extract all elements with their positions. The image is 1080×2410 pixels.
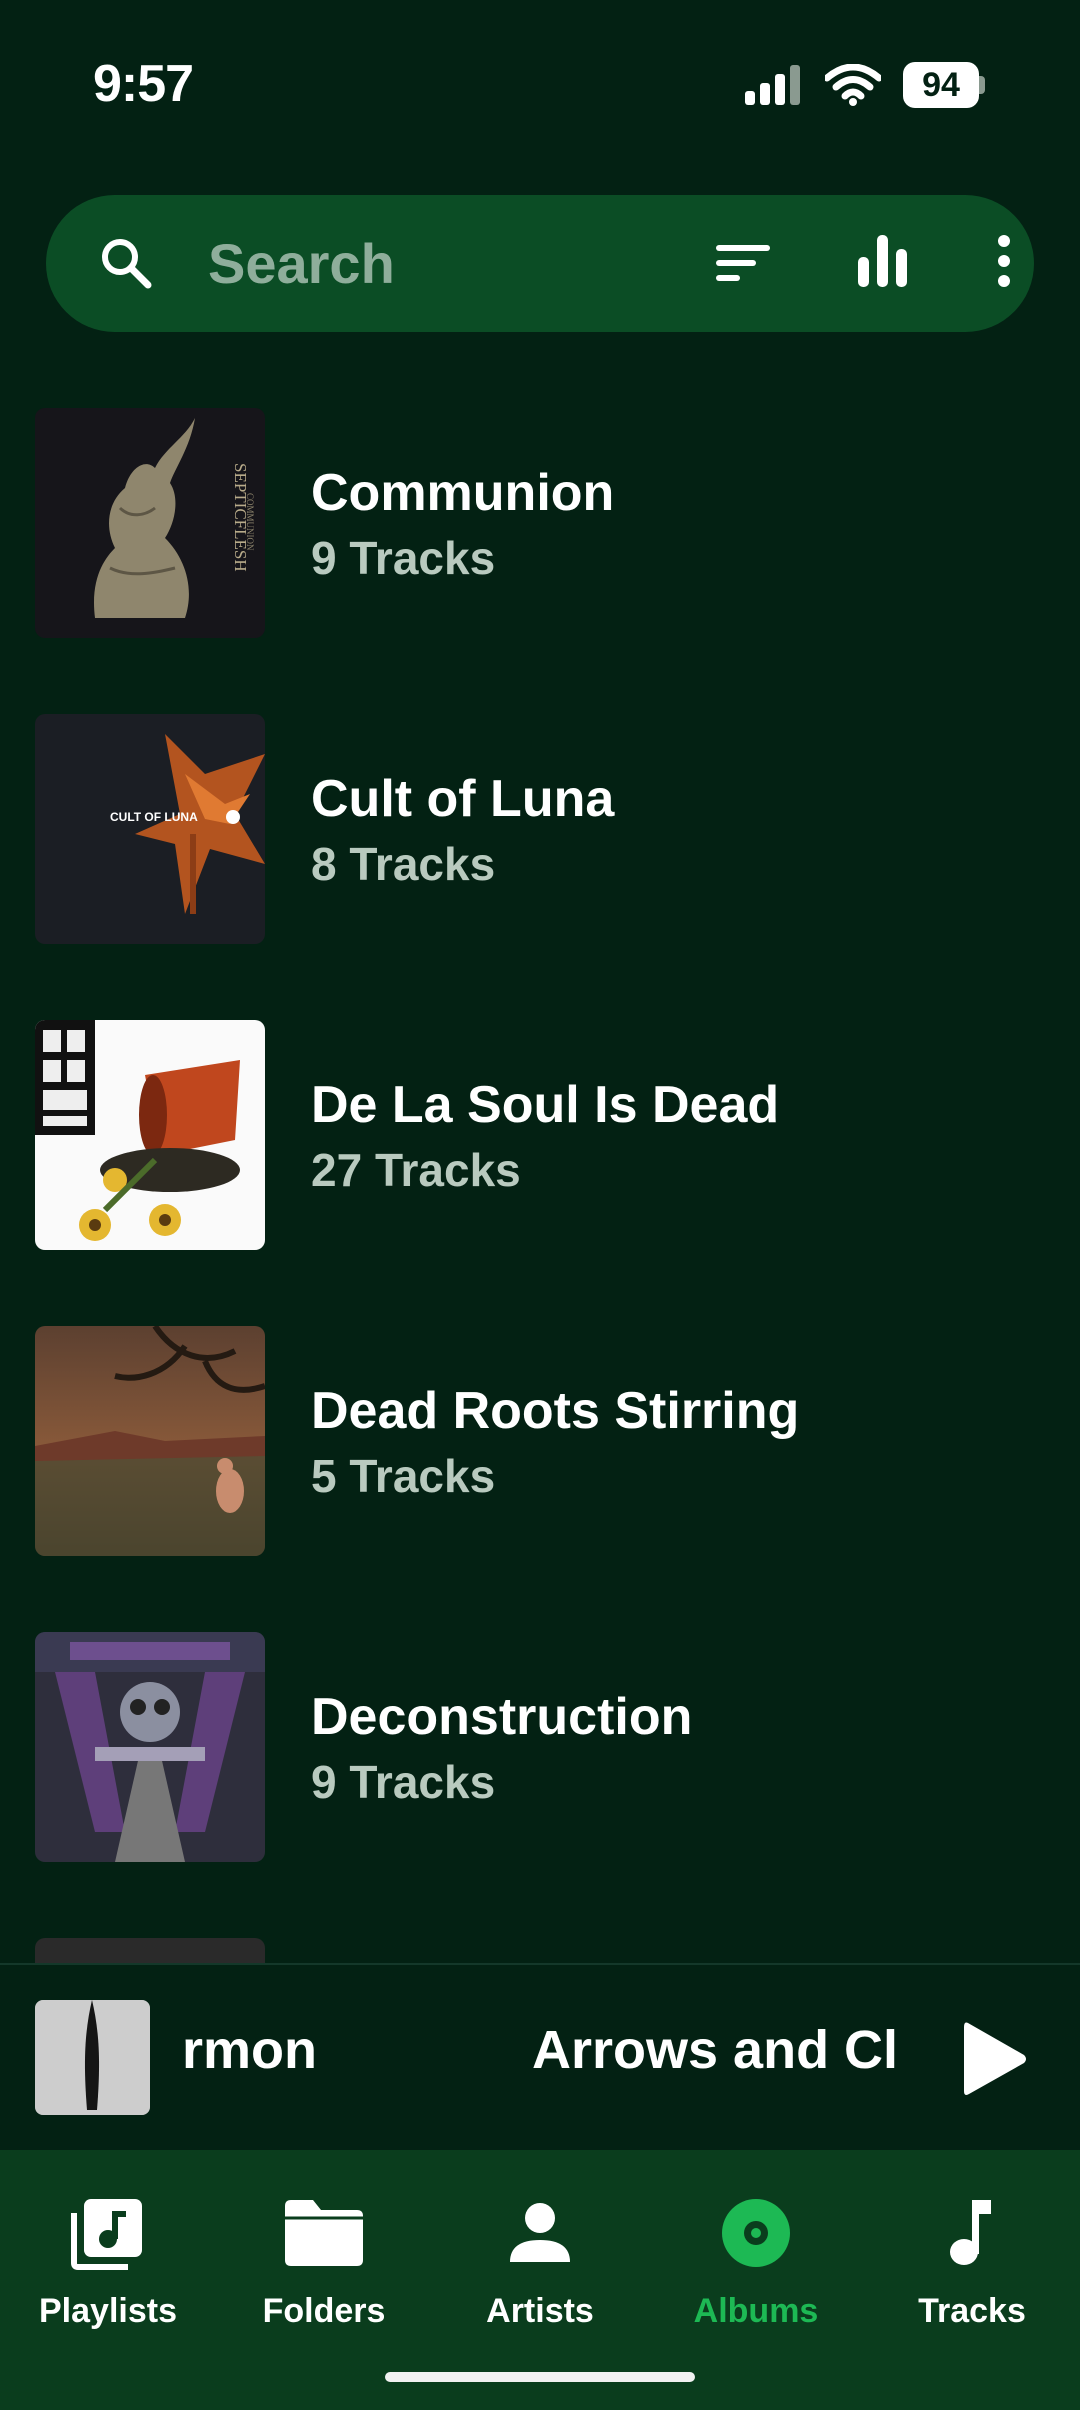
nav-item-artists[interactable]: Artists [432,2150,648,2340]
nav-label-tracks: Tracks [918,2292,1026,2330]
nav-item-albums[interactable]: Albums [648,2150,864,2340]
bottom-navigation: Playlists Folders Artists Albums Tracks [0,2150,1080,2410]
now-playing-title-next: Arrows and Clay [532,2020,897,2080]
album-title: Communion [311,464,615,522]
album-track-count: 27 Tracks [311,1144,521,1196]
album-art-cult-of-luna: CULT OF LUNA [35,714,265,944]
nav-label-albums: Albums [693,2292,819,2330]
album-art-dead-roots-stirring [35,1326,265,1556]
album-item-de-la-soul-is-dead[interactable]: De La Soul Is Dead 27 Tracks [0,1020,1080,1252]
home-indicator[interactable] [385,2372,695,2382]
album-item-communion[interactable]: SEPTICFLESH COMMUNION Communion 9 Tracks [0,408,1080,640]
more-vert-icon[interactable] [996,235,1012,287]
folder-icon [279,2188,369,2278]
search-bar [46,195,1034,332]
album-list: SEPTICFLESH COMMUNION Communion 9 Tracks… [0,408,1080,1963]
status-time: 9:57 [93,55,194,113]
album-icon [711,2188,801,2278]
status-bar: 9:57 94 [0,0,1080,170]
album-track-count: 9 Tracks [311,532,496,584]
person-icon [495,2188,585,2278]
sort-icon[interactable] [716,239,772,287]
search-input[interactable] [206,223,666,303]
status-icons: 94 [745,62,985,108]
nav-item-playlists[interactable]: Playlists [0,2150,216,2340]
album-item-cult-of-luna[interactable]: CULT OF LUNA Cult of Luna 8 Tracks [0,714,1080,946]
album-title: Dead Roots Stirring [311,1382,800,1440]
music-note-icon [927,2188,1017,2278]
search-icon[interactable] [98,235,154,291]
nav-item-tracks[interactable]: Tracks [864,2150,1080,2340]
album-track-count: 8 Tracks [311,838,496,890]
playlist-icon [63,2188,153,2278]
album-item-partial[interactable] [0,1938,1080,1963]
album-art-deconstruction [35,1632,265,1862]
nav-item-folders[interactable]: Folders [216,2150,432,2340]
wifi-icon [825,64,881,106]
battery-indicator: 94 [903,62,985,108]
cult-of-luna-art-text: CULT OF LUNA [110,810,198,824]
album-title: Deconstruction [311,1688,693,1746]
nav-label-playlists: Playlists [39,2292,177,2330]
album-item-deconstruction[interactable]: Deconstruction 9 Tracks [0,1632,1080,1864]
album-track-count: 5 Tracks [311,1450,496,1502]
nav-label-folders: Folders [262,2292,386,2330]
now-playing-art [35,2000,150,2115]
communion-art-subtext: COMMUNION [245,493,255,551]
now-playing-bar[interactable]: rmon Arrows and Clay [0,1965,1080,2150]
album-art-partial [35,1938,265,1963]
battery-level: 94 [903,62,979,108]
album-title: De La Soul Is Dead [311,1076,780,1134]
album-title: Cult of Luna [311,770,615,828]
play-icon[interactable] [960,2019,1030,2099]
album-art-de-la-soul [35,1020,265,1250]
album-track-count: 9 Tracks [311,1756,496,1808]
album-art-communion: SEPTICFLESH COMMUNION [35,408,265,638]
battery-tip [979,76,985,94]
now-playing-title-fragment: rmon [182,2020,317,2080]
now-playing-title-marquee: rmon Arrows and Clay [182,1995,897,2115]
nav-label-artists: Artists [486,2292,594,2330]
signal-icon [745,65,800,105]
equalizer-icon[interactable] [858,235,908,287]
album-item-dead-roots-stirring[interactable]: Dead Roots Stirring 5 Tracks [0,1326,1080,1558]
